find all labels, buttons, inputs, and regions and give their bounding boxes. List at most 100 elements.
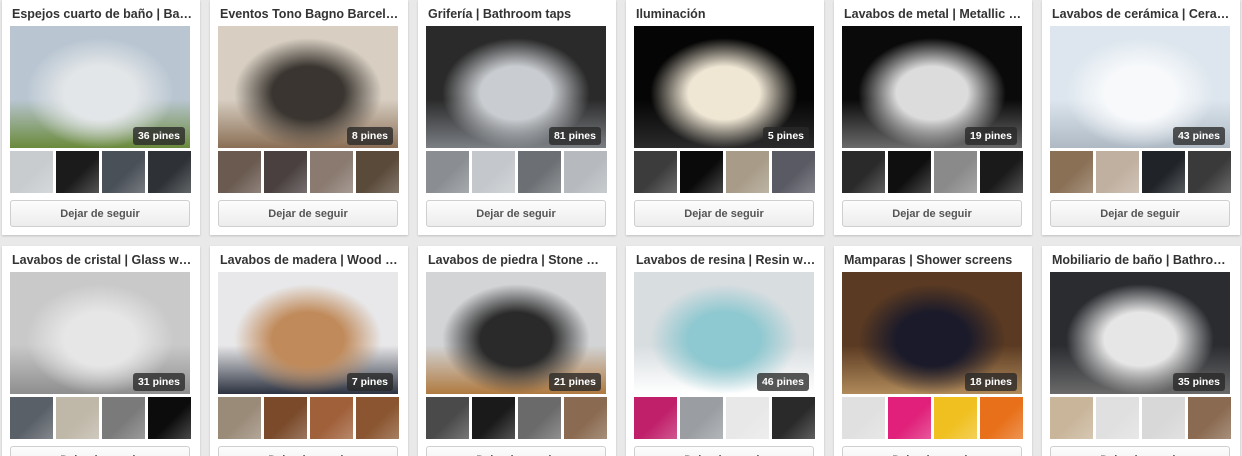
thumbnail-image[interactable] bbox=[842, 397, 885, 439]
board-title[interactable]: Grifería | Bathroom taps bbox=[426, 0, 608, 26]
thumbnail-image[interactable] bbox=[1188, 151, 1231, 193]
board-cover-image[interactable]: 35 pines bbox=[1050, 272, 1230, 394]
thumbnail-image[interactable] bbox=[102, 397, 145, 439]
board-title[interactable]: Lavabos de cristal | Glass w… bbox=[10, 246, 192, 272]
thumbnail-image[interactable] bbox=[680, 151, 723, 193]
thumbnail-image[interactable] bbox=[564, 397, 607, 439]
thumbnail-image[interactable] bbox=[518, 397, 561, 439]
unfollow-button[interactable]: Dejar de seguir bbox=[10, 200, 190, 227]
thumbnail-image[interactable] bbox=[356, 397, 399, 439]
unfollow-button[interactable]: Dejar de seguir bbox=[1050, 446, 1230, 456]
thumbnail-image[interactable] bbox=[518, 151, 561, 193]
board-title[interactable]: Mobiliario de baño | Bathroo… bbox=[1050, 246, 1232, 272]
thumbnail-image[interactable] bbox=[888, 397, 931, 439]
board-cover-image[interactable]: 5 pines bbox=[634, 26, 814, 148]
thumbnail-image[interactable] bbox=[1050, 151, 1093, 193]
thumbnail-image[interactable] bbox=[472, 397, 515, 439]
board-title[interactable]: Mamparas | Shower screens bbox=[842, 246, 1024, 272]
unfollow-button[interactable]: Dejar de seguir bbox=[1050, 200, 1230, 227]
thumbnail-image[interactable] bbox=[264, 151, 307, 193]
unfollow-button[interactable]: Dejar de seguir bbox=[634, 446, 814, 456]
thumbnail-image[interactable] bbox=[218, 397, 261, 439]
thumbnail-image[interactable] bbox=[772, 397, 815, 439]
board-cover-image[interactable]: 7 pines bbox=[218, 272, 398, 394]
unfollow-button[interactable]: Dejar de seguir bbox=[218, 200, 398, 227]
unfollow-button[interactable]: Dejar de seguir bbox=[842, 200, 1022, 227]
unfollow-button[interactable]: Dejar de seguir bbox=[10, 446, 190, 456]
pin-count-badge: 31 pines bbox=[132, 373, 185, 391]
thumbnail-image[interactable] bbox=[1096, 151, 1139, 193]
board-thumbnails bbox=[1050, 151, 1232, 193]
board-title[interactable]: Eventos Tono Bagno Barcelo… bbox=[218, 0, 400, 26]
thumbnail-image[interactable] bbox=[10, 397, 53, 439]
thumbnail-image[interactable] bbox=[980, 151, 1023, 193]
thumbnail-image[interactable] bbox=[426, 397, 469, 439]
board-thumbnails bbox=[634, 151, 816, 193]
board-thumbnails bbox=[842, 397, 1024, 439]
thumbnail-image[interactable] bbox=[634, 151, 677, 193]
unfollow-button[interactable]: Dejar de seguir bbox=[426, 446, 606, 456]
board-title[interactable]: Espejos cuarto de baño | Bat… bbox=[10, 0, 192, 26]
thumbnail-image[interactable] bbox=[310, 397, 353, 439]
thumbnail-image[interactable] bbox=[1142, 397, 1185, 439]
thumbnail-image[interactable] bbox=[426, 151, 469, 193]
thumbnail-image[interactable] bbox=[934, 151, 977, 193]
board-title[interactable]: Lavabos de resina | Resin w… bbox=[634, 246, 816, 272]
board-cover-image[interactable]: 31 pines bbox=[10, 272, 190, 394]
board-thumbnails bbox=[1050, 397, 1232, 439]
unfollow-button[interactable]: Dejar de seguir bbox=[842, 446, 1022, 456]
board-title[interactable]: Lavabos de madera | Wood … bbox=[218, 246, 400, 272]
thumbnail-image[interactable] bbox=[102, 151, 145, 193]
thumbnail-image[interactable] bbox=[1188, 397, 1231, 439]
board-title[interactable]: Lavabos de piedra | Stone w… bbox=[426, 246, 608, 272]
board-card: Mobiliario de baño | Bathroo… 35 pines D… bbox=[1042, 246, 1240, 456]
thumbnail-image[interactable] bbox=[148, 397, 191, 439]
thumbnail-image[interactable] bbox=[564, 151, 607, 193]
board-cover-image[interactable]: 21 pines bbox=[426, 272, 606, 394]
board-cover-image[interactable]: 18 pines bbox=[842, 272, 1022, 394]
thumbnail-image[interactable] bbox=[772, 151, 815, 193]
thumbnail-image[interactable] bbox=[56, 397, 99, 439]
board-cover-image[interactable]: 19 pines bbox=[842, 26, 1022, 148]
board-cover-image[interactable]: 36 pines bbox=[10, 26, 190, 148]
unfollow-button[interactable]: Dejar de seguir bbox=[634, 200, 814, 227]
pin-count-badge: 35 pines bbox=[1172, 373, 1225, 391]
unfollow-button[interactable]: Dejar de seguir bbox=[426, 200, 606, 227]
thumbnail-image[interactable] bbox=[218, 151, 261, 193]
board-cover-image[interactable]: 8 pines bbox=[218, 26, 398, 148]
board-cover-image[interactable]: 43 pines bbox=[1050, 26, 1230, 148]
board-card: Iluminación 5 pines Dejar de seguir bbox=[626, 0, 824, 235]
thumbnail-image[interactable] bbox=[472, 151, 515, 193]
thumbnail-image[interactable] bbox=[842, 151, 885, 193]
pin-count-badge: 18 pines bbox=[964, 373, 1017, 391]
thumbnail-image[interactable] bbox=[148, 151, 191, 193]
board-card: Lavabos de madera | Wood … 7 pines Dejar… bbox=[210, 246, 408, 456]
thumbnail-image[interactable] bbox=[1096, 397, 1139, 439]
board-card: Lavabos de cerámica | Cera… 43 pines Dej… bbox=[1042, 0, 1240, 235]
thumbnail-image[interactable] bbox=[56, 151, 99, 193]
thumbnail-image[interactable] bbox=[680, 397, 723, 439]
board-title[interactable]: Iluminación bbox=[634, 0, 816, 26]
board-thumbnails bbox=[218, 397, 400, 439]
thumbnail-image[interactable] bbox=[1050, 397, 1093, 439]
thumbnail-image[interactable] bbox=[356, 151, 399, 193]
pin-count-badge: 21 pines bbox=[548, 373, 601, 391]
thumbnail-image[interactable] bbox=[888, 151, 931, 193]
thumbnail-image[interactable] bbox=[980, 397, 1023, 439]
board-title[interactable]: Lavabos de metal | Metallic … bbox=[842, 0, 1024, 26]
thumbnail-image[interactable] bbox=[934, 397, 977, 439]
thumbnail-image[interactable] bbox=[10, 151, 53, 193]
board-cover-image[interactable]: 46 pines bbox=[634, 272, 814, 394]
board-card: Lavabos de resina | Resin w… 46 pines De… bbox=[626, 246, 824, 456]
pin-count-badge: 7 pines bbox=[346, 373, 393, 391]
pin-count-badge: 5 pines bbox=[762, 127, 809, 145]
thumbnail-image[interactable] bbox=[726, 151, 769, 193]
thumbnail-image[interactable] bbox=[726, 397, 769, 439]
board-cover-image[interactable]: 81 pines bbox=[426, 26, 606, 148]
thumbnail-image[interactable] bbox=[1142, 151, 1185, 193]
unfollow-button[interactable]: Dejar de seguir bbox=[218, 446, 398, 456]
thumbnail-image[interactable] bbox=[310, 151, 353, 193]
board-title[interactable]: Lavabos de cerámica | Cera… bbox=[1050, 0, 1232, 26]
thumbnail-image[interactable] bbox=[264, 397, 307, 439]
thumbnail-image[interactable] bbox=[634, 397, 677, 439]
